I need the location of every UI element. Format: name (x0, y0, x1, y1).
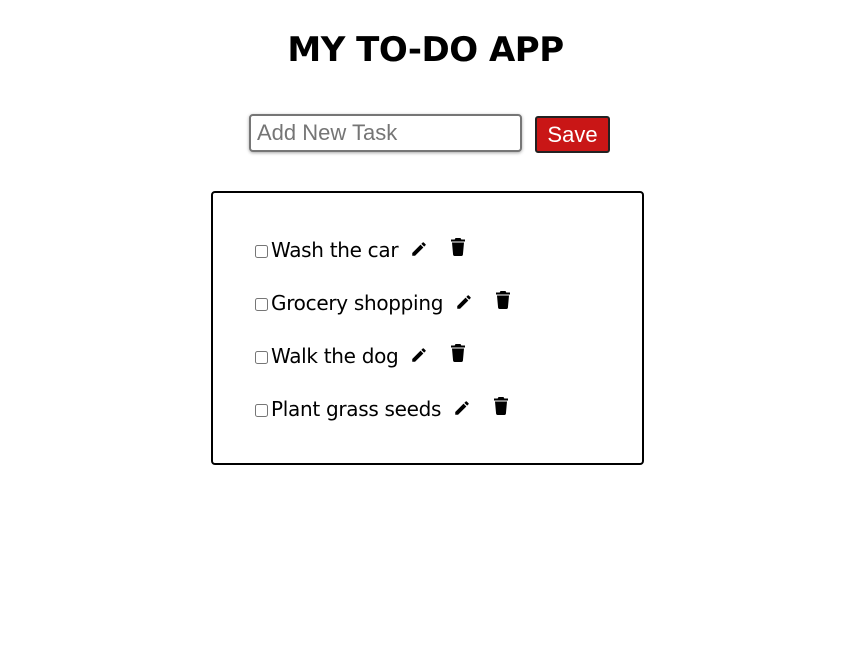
task-checkbox[interactable] (255, 351, 268, 364)
trash-icon[interactable] (496, 291, 511, 309)
pencil-icon[interactable] (453, 399, 471, 417)
pencil-icon[interactable] (455, 293, 473, 311)
page-title: MY TO-DO APP (287, 30, 564, 70)
task-list-panel: Wash the car Grocery shopping Walk the d… (211, 191, 644, 465)
save-button[interactable]: Save (535, 116, 610, 153)
pencil-icon[interactable] (410, 240, 428, 258)
task-item: Walk the dog (255, 340, 510, 393)
task-item: Grocery shopping (255, 287, 511, 340)
trash-icon[interactable] (494, 397, 509, 415)
task-checkbox[interactable] (255, 404, 268, 417)
task-item: Plant grass seeds (255, 393, 510, 446)
task-checkbox[interactable] (255, 245, 268, 258)
task-label: Plant grass seeds (271, 397, 442, 421)
task-label: Grocery shopping (271, 291, 444, 315)
task-item: Wash the car (255, 234, 510, 287)
task-label: Wash the car (271, 238, 399, 262)
task-label: Walk the dog (271, 344, 399, 368)
trash-icon[interactable] (451, 238, 466, 256)
add-task-input[interactable] (249, 114, 522, 152)
trash-icon[interactable] (451, 344, 466, 362)
pencil-icon[interactable] (410, 346, 428, 364)
task-list: Wash the car Grocery shopping Walk the d… (255, 234, 511, 446)
todo-app: MY TO-DO APP Save Wash the car Grocery s… (0, 0, 851, 656)
task-checkbox[interactable] (255, 298, 268, 311)
